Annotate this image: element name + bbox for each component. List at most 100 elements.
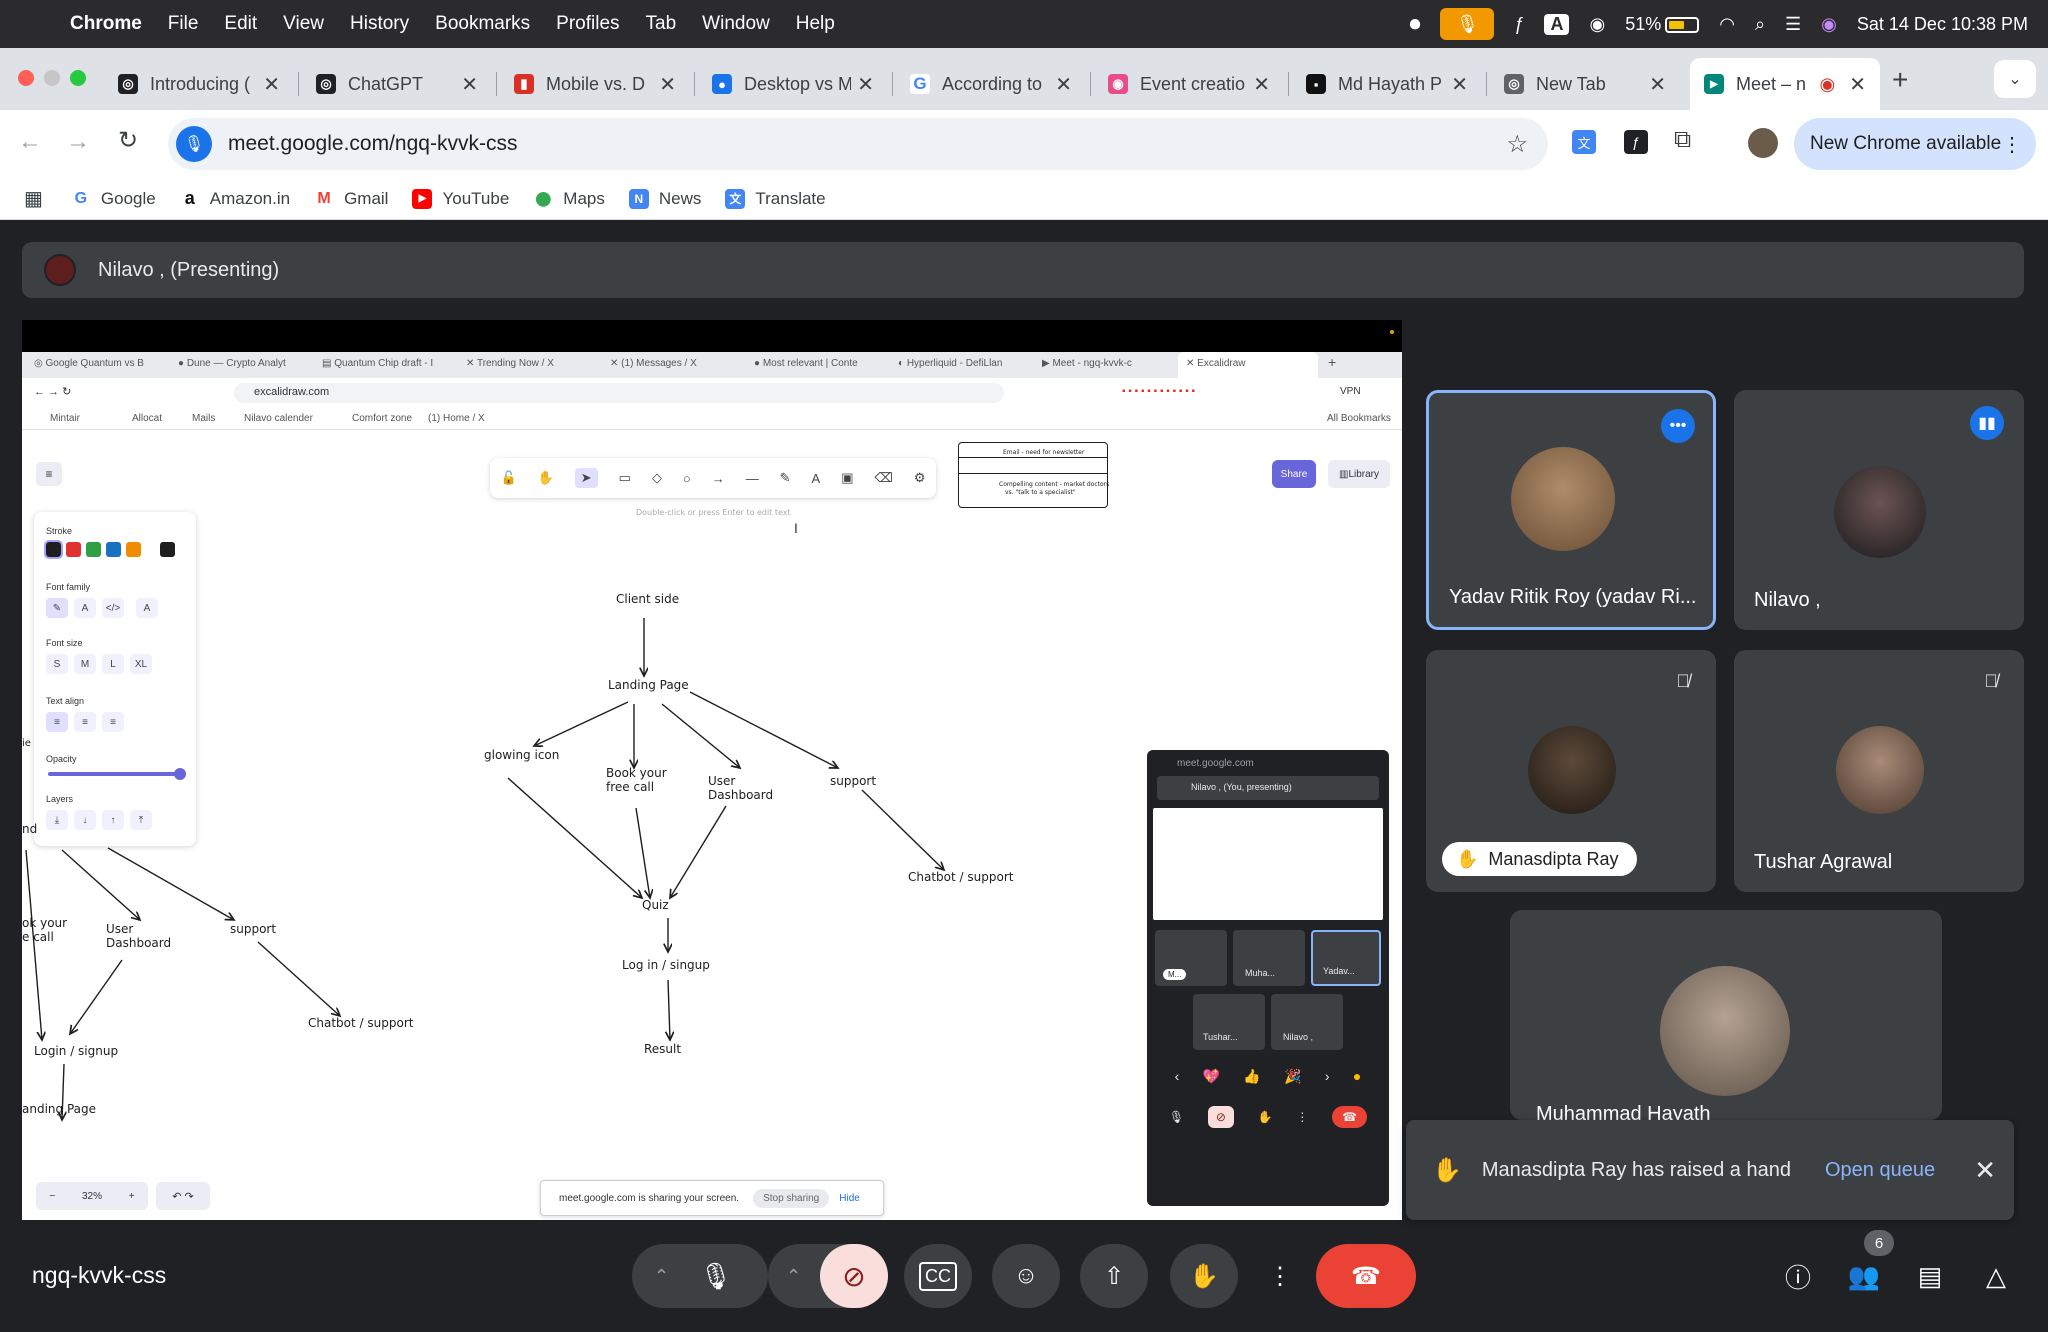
record-icon[interactable]: ⏺ [1409, 11, 1420, 37]
bookmark-translate[interactable]: 文 Translate [725, 188, 826, 209]
shared-screen[interactable]: ◎ Google Quantum vs B ● Dune — Crypto An… [22, 320, 1402, 1220]
meeting-info-icon[interactable]: ⓘ [1778, 1256, 1818, 1296]
tab-introducing[interactable]: ◎ Introducing ( ✕ [104, 58, 294, 110]
activities-icon[interactable]: △ [1976, 1256, 2016, 1296]
address-bar[interactable]: 🎙 meet.google.com/ngq-kvvk-css ☆ [168, 118, 1548, 170]
mic-permission-icon[interactable]: 🎙 [176, 126, 212, 162]
raise-hand-button[interactable]: ✋ [1170, 1244, 1238, 1308]
excalidraw-menu-icon: ≡ [36, 462, 62, 486]
minimize-window-icon[interactable] [44, 70, 60, 86]
control-center-icon[interactable]: ☰ [1785, 14, 1801, 35]
user-icon[interactable]: ◉ [1589, 14, 1605, 35]
tab-title: Introducing ( [150, 73, 251, 94]
siri-icon[interactable]: ◉ [1821, 14, 1837, 35]
open-queue-button[interactable]: Open queue [1825, 1159, 1935, 1182]
bookmark-amazon[interactable]: a Amazon.in [180, 188, 290, 209]
grammar-icon[interactable]: ƒ [1514, 14, 1524, 35]
microphone-button[interactable]: 🎙 [699, 1261, 732, 1292]
zoom-window-icon[interactable] [70, 70, 86, 86]
captions-button[interactable]: CC [904, 1244, 972, 1308]
participant-tile-muhammad[interactable]: Muhammad Hayath [1510, 910, 1942, 1120]
menu-file[interactable]: File [168, 13, 199, 35]
close-tab-icon[interactable]: ✕ [1649, 72, 1666, 97]
more-options-button[interactable]: ⋮ [1258, 1244, 1302, 1308]
menu-bookmarks[interactable]: Bookmarks [435, 13, 530, 35]
tab-desktop-vs-mobile[interactable]: ● Desktop vs M ✕ [698, 58, 888, 110]
presenting-bar: Nilavo , (Presenting) [22, 242, 2024, 298]
closed-captions-icon: CC [919, 1261, 957, 1291]
people-icon[interactable]: 👥 [1844, 1256, 1884, 1296]
menu-profiles[interactable]: Profiles [556, 13, 619, 35]
back-icon[interactable]: ← [18, 128, 42, 156]
spotlight-icon[interactable]: ⌕ [1755, 14, 1765, 35]
present-screen-button[interactable]: ⇧ [1080, 1244, 1148, 1308]
audio-options-chevron-icon[interactable]: ⌃ [654, 1266, 669, 1287]
close-window-icon[interactable] [18, 70, 34, 86]
participant-tile-manasdipta[interactable]: 🎙̸ ✋ Manasdipta Ray [1426, 650, 1716, 892]
menu-tab[interactable]: Tab [646, 13, 677, 35]
menu-window[interactable]: Window [702, 13, 770, 35]
close-tab-icon[interactable]: ✕ [1253, 72, 1270, 97]
menu-app[interactable]: Chrome [70, 13, 142, 35]
close-tab-icon[interactable]: ✕ [857, 72, 874, 97]
menu-view[interactable]: View [283, 13, 324, 35]
close-tab-icon[interactable]: ✕ [659, 72, 676, 97]
extensions-puzzle-icon[interactable]: ⧉ [1674, 126, 1691, 154]
apps-grid-icon[interactable]: ▦ [24, 186, 43, 211]
bring-forward-icon: ↑ [102, 810, 124, 830]
stroke-color-swatch [66, 542, 81, 557]
close-tab-icon[interactable]: ✕ [1055, 72, 1072, 97]
leave-call-button[interactable]: ☎ [1316, 1244, 1416, 1308]
tab-meet[interactable]: ▶ Meet – n ◉ ✕ [1690, 58, 1880, 110]
tab-mobile-vs-desktop[interactable]: ▮ Mobile vs. D ✕ [500, 58, 690, 110]
zoom-level: 32% [81, 1190, 102, 1202]
tab-according-to[interactable]: G According to ✕ [896, 58, 1086, 110]
tab-md-hayath[interactable]: ▪ Md Hayath P ✕ [1292, 58, 1482, 110]
shared-vpn-badge: VPN [1340, 386, 1361, 397]
reactions-button[interactable]: ☺ [992, 1244, 1060, 1308]
shared-bookmark: Comfort zone [352, 413, 413, 424]
menubar-clock[interactable]: Sat 14 Dec 10:38 PM [1857, 14, 2028, 35]
url-text[interactable]: meet.google.com/ngq-kvvk-css [228, 132, 517, 156]
video-options-chevron-icon[interactable]: ⌃ [786, 1266, 801, 1287]
mic-in-use-icon[interactable]: 🎙 [1440, 8, 1495, 40]
bookmark-news[interactable]: N News [628, 188, 701, 209]
close-tab-icon[interactable]: ✕ [263, 72, 280, 97]
participant-tile-tushar[interactable]: 🎙̸ Tushar Agrawal [1734, 650, 2024, 892]
close-tab-icon[interactable]: ✕ [1849, 72, 1866, 97]
profile-avatar[interactable] [1748, 128, 1778, 158]
tab-event-creation[interactable]: ◉ Event creatio ✕ [1094, 58, 1284, 110]
camera-off-button[interactable]: ⊘ [820, 1244, 888, 1308]
tab-new-tab[interactable]: ◎ New Tab ✕ [1490, 58, 1680, 110]
more-options-icon[interactable]: ••• [1661, 409, 1695, 443]
bookmark-maps[interactable]: ⬤ Maps [533, 189, 604, 209]
bookmark-star-icon[interactable]: ☆ [1506, 130, 1528, 159]
new-chrome-available-button[interactable]: New Chrome available ⋮ [1794, 118, 2036, 170]
wifi-icon[interactable]: ◠ [1719, 14, 1735, 35]
chat-icon[interactable]: ▤ [1910, 1256, 1950, 1296]
mini-end-call-icon: ☎ [1332, 1106, 1368, 1128]
close-toast-icon[interactable]: ✕ [1974, 1155, 1996, 1186]
bookmark-youtube[interactable]: ▶ YouTube [412, 188, 509, 209]
participant-name: Nilavo , [1754, 589, 1821, 611]
bookmark-gmail[interactable]: M Gmail [314, 189, 388, 209]
shared-bookmark: Mintair [50, 413, 81, 424]
translate-icon[interactable]: 文 [1572, 130, 1596, 154]
close-tab-icon[interactable]: ✕ [1451, 72, 1468, 97]
maps-pin-icon: ⬤ [535, 190, 552, 206]
new-tab-icon[interactable]: + [1892, 64, 1908, 96]
menu-help[interactable]: Help [796, 13, 835, 35]
tab-chatgpt[interactable]: ◎ ChatGPT ✕ [302, 58, 492, 110]
menu-history[interactable]: History [350, 13, 409, 35]
forward-icon[interactable]: → [66, 128, 90, 156]
input-source-icon[interactable]: A [1544, 13, 1570, 35]
bookmark-google[interactable]: G Google [71, 189, 156, 209]
menu-edit[interactable]: Edit [224, 13, 257, 35]
size-m: M [74, 654, 96, 674]
extension-icon[interactable]: ƒ [1624, 130, 1648, 154]
participant-tile-nilavo[interactable]: ▮▮ Nilavo , [1734, 390, 2024, 630]
close-tab-icon[interactable]: ✕ [461, 72, 478, 97]
reload-icon[interactable]: ↻ [118, 126, 138, 155]
participant-tile-yadav[interactable]: ••• Yadav Ritik Roy (yadav Ri... [1426, 390, 1716, 630]
tab-search-icon[interactable]: ⌄ [1994, 60, 2036, 98]
